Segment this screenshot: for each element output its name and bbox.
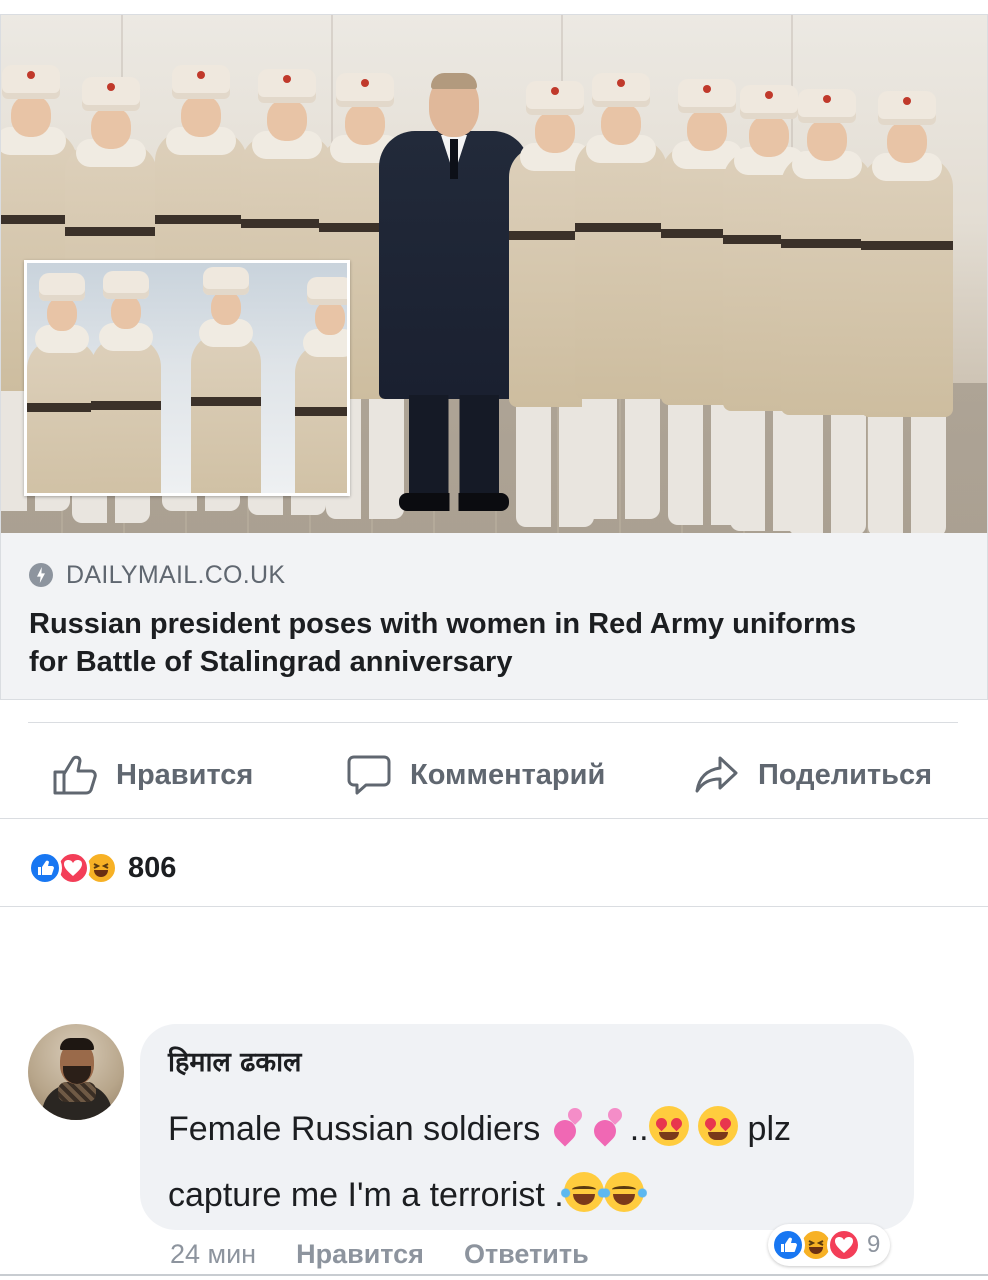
like-label: Нравится [116, 758, 254, 791]
link-domain: DAILYMAIL.CO.UK [29, 561, 959, 589]
comment-reply-link[interactable]: Ответить [464, 1239, 589, 1270]
comment-timestamp: 24 мин [170, 1238, 257, 1269]
tears-of-joy-emoji-icon [560, 1172, 607, 1212]
link-headline[interactable]: Russian president poses with women in Re… [29, 605, 889, 681]
inset-photo [24, 260, 350, 496]
divider [28, 722, 958, 723]
like-icon [28, 851, 62, 885]
divider [0, 818, 988, 819]
comment-reaction-count: 9 [867, 1231, 881, 1258]
heart-eyes-emoji-icon [698, 1106, 739, 1146]
share-button[interactable]: Поделиться [694, 754, 932, 796]
share-label: Поделиться [758, 758, 933, 791]
post-action-bar: Нравится Комментарий Поделиться [0, 736, 988, 812]
two-hearts-emoji-icon [590, 1106, 630, 1146]
comment-meta: 24 мин Нравится Ответить [170, 1236, 629, 1272]
divider [0, 906, 988, 907]
comment-button[interactable]: Комментарий [346, 754, 605, 796]
reactions-summary[interactable]: 806 [28, 848, 176, 888]
share-arrow-icon [695, 756, 738, 793]
like-button[interactable]: Нравится [52, 754, 253, 796]
two-hearts-emoji-icon [550, 1106, 590, 1146]
comment-bubble-icon [347, 755, 391, 795]
article-photo[interactable] [1, 15, 987, 533]
love-icon [827, 1228, 861, 1262]
commenter-avatar[interactable] [28, 1024, 124, 1120]
comment-text: Female Russian soldiers .. plz capture m… [168, 1096, 886, 1228]
thumbs-up-icon [53, 755, 97, 795]
instant-article-bolt-icon [29, 563, 53, 587]
comment-label: Комментарий [410, 758, 606, 791]
comment-bubble: हिमाल ढकाल Female Russian soldiers .. pl… [140, 1024, 914, 1230]
comment-like-link[interactable]: Нравится [296, 1239, 424, 1270]
link-domain-text: DAILYMAIL.CO.UK [66, 560, 286, 589]
comment-reactions[interactable]: 9 [768, 1224, 891, 1266]
tears-of-joy-emoji-icon [600, 1172, 647, 1212]
comment-author-name[interactable]: हिमाल ढकाल [168, 1042, 886, 1082]
heart-eyes-emoji-icon [648, 1106, 689, 1146]
president-figure [379, 73, 529, 525]
reaction-count: 806 [128, 851, 177, 884]
link-preview-card[interactable]: DAILYMAIL.CO.UK Russian president poses … [0, 14, 988, 700]
divider [0, 1274, 988, 1276]
like-icon [771, 1228, 805, 1262]
